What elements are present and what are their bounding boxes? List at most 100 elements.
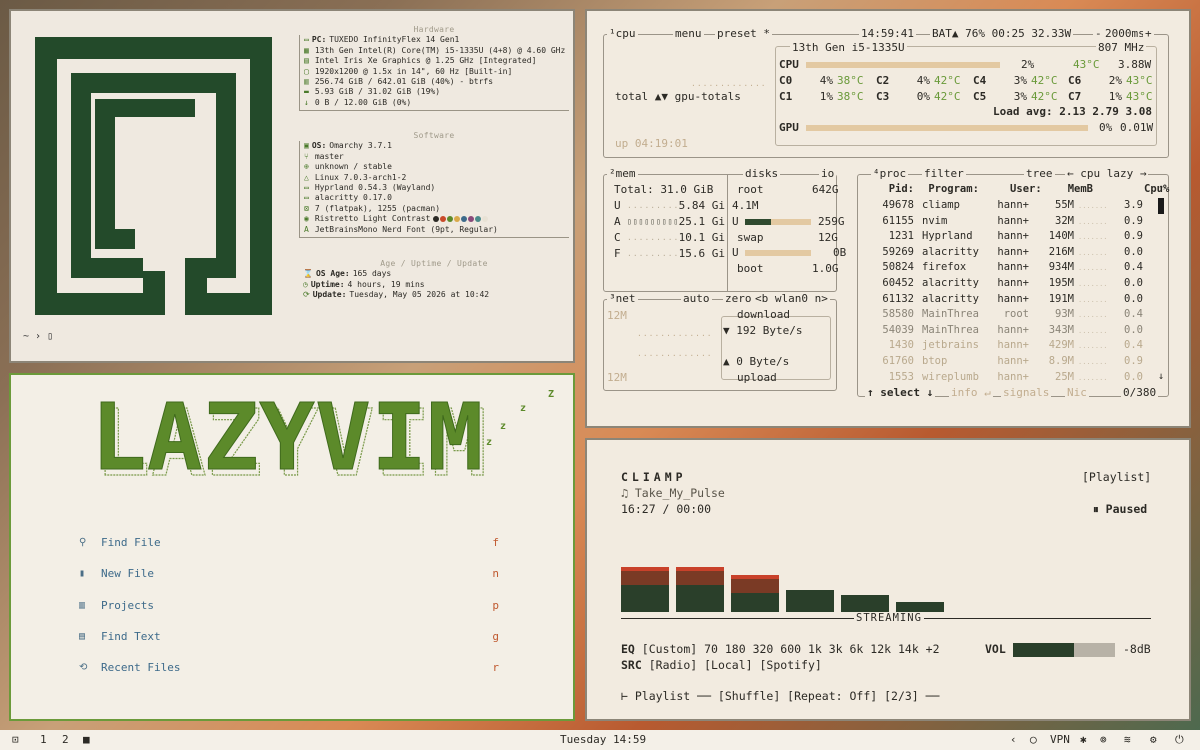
process-row[interactable]: 59269 alacritty hann+ 216M....... 0.0 [873,246,1163,258]
proc-nice[interactable]: Nic [1065,386,1089,399]
fastfetch-window[interactable]: Hardware ▭ PC: TUXEDO InfinityFlex 14 Gen1… [9,9,575,363]
tray-expand-icon[interactable]: ‹ [1010,733,1017,746]
info-icon: ▥ [304,77,309,87]
cpu-freq: 807 MHz [1096,41,1147,54]
process-row[interactable]: 50824 firefox hann+ 934M....... 0.4 [873,261,1163,273]
dashboard-item-r[interactable]: ⟲ Recent Files r [79,652,499,683]
software-title: Software [413,131,455,140]
io-tab[interactable]: io [819,167,837,180]
src-row[interactable]: SRC [Radio] [Local] [Spotify] [621,658,822,672]
volume-label: VOL [985,642,1006,656]
process-cpu: 0.0 [1124,292,1143,305]
palette-swatch [461,215,468,222]
player-footer[interactable]: ⊢ Playlist ── [Shuffle] [Repeat: Off] [2… [621,689,940,703]
process-pid: 1430 [888,339,914,352]
process-row[interactable]: 58580 MainThrea root 93M....... 0.4 [873,308,1163,320]
dashboard-item-f[interactable]: ⚲ Find File f [79,527,499,558]
proc-sort[interactable]: ← cpu lazy → [1065,167,1149,180]
process-cpu: 3.9 [1124,199,1143,211]
proc-tree[interactable]: tree [1024,167,1055,180]
graph-toggle[interactable]: total ▲▼ gpu-totals [615,90,741,103]
info-value: alacritty 0.17.0 [314,193,392,203]
proc-signals[interactable]: signals [1001,386,1052,399]
process-cpu: 0.4 [1124,308,1143,321]
shell-prompt[interactable]: ~ › ▯ [23,331,53,342]
info-value: 0 B / 12.00 GiB (0%) [314,97,412,107]
disks-tab[interactable]: disks [743,167,781,180]
process-row[interactable]: 61132 alacritty hann+ 191M....... 0.0 [873,293,1163,305]
process-row[interactable]: 60452 alacritty hann+ 195M....... 0.0 [873,277,1163,289]
volume-slider[interactable] [1013,643,1115,657]
vpn-status[interactable]: VPN [1050,733,1070,746]
tray-record-icon[interactable]: ◯ [1030,733,1037,746]
disk-root-label: root [737,183,764,196]
info-row: ▦ 13th Gen Intel(R) Core(TM) i5-1335U (4+… [304,46,569,56]
bluetooth-icon[interactable]: ✱ [1080,733,1087,746]
interval-plus[interactable]: + [1143,27,1154,40]
dashboard-item-g[interactable]: ▤ Find Text g [79,621,499,652]
info-icon: ◷ [303,279,308,289]
proc-info[interactable]: info ↵ [949,386,993,399]
playlist-button[interactable]: [Playlist] [1082,470,1151,484]
info-icon: ▣ [304,141,309,151]
disk-root-used: 259G [818,215,845,228]
theme-palette [433,214,489,223]
info-row: ▣ OS: Omarchy 3.7.1 [304,141,569,151]
process-user: hann+ [997,245,1029,258]
spectrum-high [621,571,669,585]
network-icon[interactable]: ⊚ [1100,733,1107,746]
process-row[interactable]: 61155 nvim hann+ 32M....... 0.9 [873,215,1163,227]
process-row[interactable]: 49678 cliamp hann+ 55M....... 3.9 [873,199,1163,211]
cliamp-window[interactable]: CLIAMP [Playlist] ♫ Take_My_Pulse 16:27 … [585,438,1191,721]
col-mem[interactable]: MemB [1048,183,1093,195]
scroll-up-icon[interactable]: ↑ [1158,183,1164,194]
process-row[interactable]: 1430 jetbrains hann+ 429M....... 0.4 [873,339,1163,351]
taskbar-clock[interactable]: Tuesday 14:59 [560,733,646,746]
eq-row[interactable]: EQ [Custom] 70 180 320 600 1k 3k 6k 12k … [621,642,940,656]
core-temp: 42°C [1031,90,1058,103]
proc-select[interactable]: ↑ select ↓ [865,386,936,399]
process-graph: ....... [1078,280,1108,288]
dashboard-item-n[interactable]: ▮ New File n [79,558,499,589]
battery-icon[interactable]: ⚙ [1150,733,1157,746]
info-row: ▭ alacritty 0.17.0 [304,193,569,203]
disk-root-io: 4.1M [732,199,759,212]
play-status[interactable]: ⏸ Paused [1093,502,1147,517]
cpu-tab[interactable]: ¹cpu [607,27,638,40]
process-row[interactable]: 1231 Hyprland hann+ 140M....... 0.9 [873,230,1163,242]
process-pid: 50824 [882,261,914,274]
col-program[interactable]: Program: [920,183,990,195]
process-row[interactable]: 54039 MainThrea hann+ 343M....... 0.0 [873,324,1163,336]
net-iface[interactable]: <b wlan0 n> [753,292,830,305]
process-row[interactable]: 1553 wireplumb hann+ 25M....... 0.0 [873,371,1163,383]
dashboard-item-p[interactable]: ▥ Projects p [79,590,499,621]
workspace-menu-icon[interactable]: ⊡ [12,733,19,746]
process-graph: ....... [1078,217,1108,226]
nvim-window[interactable]: LAZYVIM LAZYVIM Z z z z ⚲ Find File f ▮ New … [9,373,575,721]
info-value: 165 days [352,269,392,279]
info-row: ▭ Hyprland 0.54.3 (Wayland) [304,183,569,193]
info-value: Tuesday, May 05 2026 at 10:42 [349,290,490,300]
proc-filter[interactable]: filter [922,167,966,180]
mem-row-value: 5.84 Gi [678,199,725,212]
audio-icon[interactable]: ≋ [1124,733,1131,746]
net-auto[interactable]: auto [681,292,712,305]
info-row: ▢ 1920x1200 @ 1.5x in 14", 60 Hz [Built-i… [304,67,569,77]
workspace-active-indicator[interactable]: ■ [83,733,90,746]
proc-tab[interactable]: ⁴proc [871,167,909,180]
menu-tab[interactable]: menu [673,27,704,40]
net-zero[interactable]: zero [723,292,754,305]
col-pid[interactable]: Pid: [873,183,914,195]
net-tab[interactable]: ³net [607,292,638,305]
mem-tab[interactable]: ²mem [607,167,638,180]
process-row[interactable]: 61760 btop hann+ 8.9M....... 0.9 [873,355,1163,367]
power-icon[interactable]: ⏻ [1175,733,1184,747]
workspace-2[interactable]: 2 [62,733,69,746]
track-name: ♫ Take_My_Pulse [621,486,725,500]
btop-window[interactable]: ¹cpu menu preset * 14:59:41 BAT▲ 76% 00:… [585,9,1191,428]
dashboard-item-key: p [492,598,499,612]
workspace-1[interactable]: 1 [40,733,47,746]
col-user[interactable]: User: [997,183,1042,195]
preset-tab[interactable]: preset * [715,27,772,40]
disk-swap-size: 12G [818,231,838,244]
